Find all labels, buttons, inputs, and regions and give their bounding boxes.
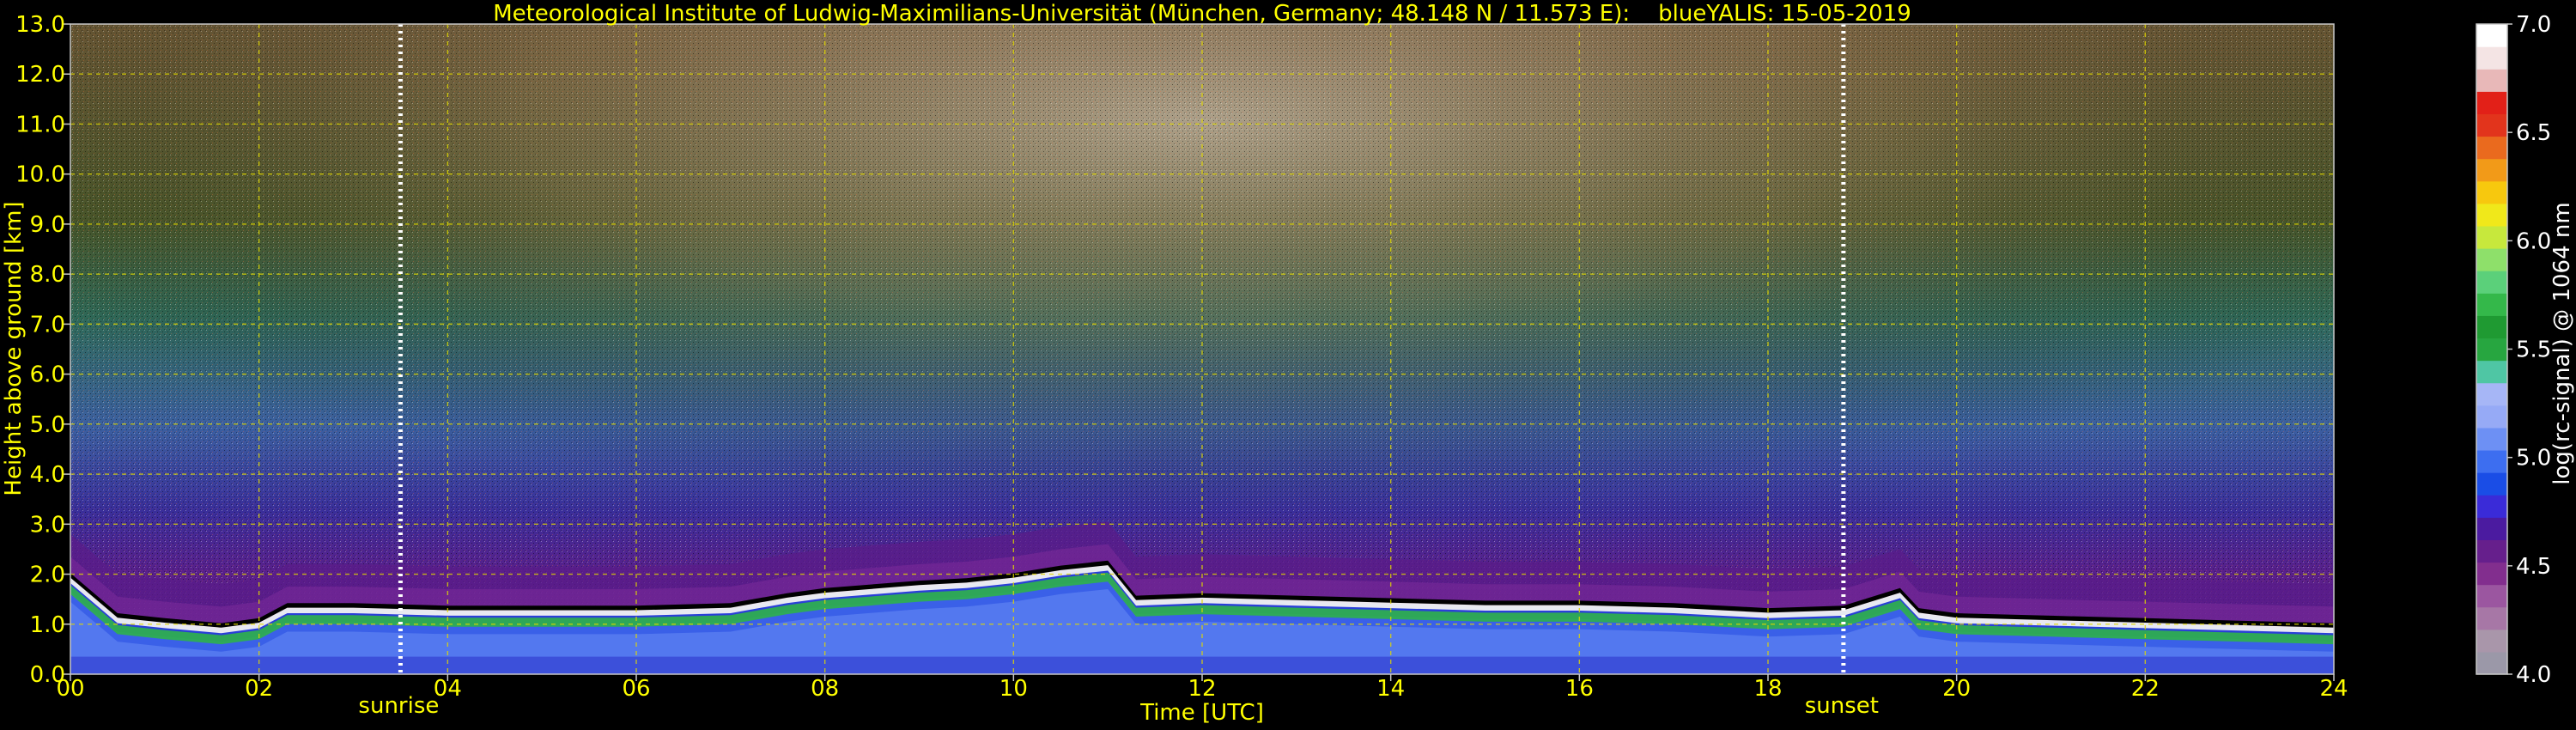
colorbar-segment <box>2476 382 2507 406</box>
colorbar-segment <box>2476 91 2507 115</box>
y-tick-label: 10.0 <box>15 162 65 188</box>
y-tick-label: 12.0 <box>15 62 65 88</box>
colorbar-segment <box>2476 562 2507 586</box>
colorbar-segment <box>2476 225 2507 249</box>
colorbar-segment <box>2476 293 2507 316</box>
colorbar-segment <box>2476 180 2507 204</box>
y-tick-label: 9.0 <box>30 212 65 238</box>
colorbar-segment <box>2476 449 2507 473</box>
colorbar-tick-label: 5.5 <box>2516 338 2551 363</box>
x-axis-label: Time [UTC] <box>1139 700 1264 726</box>
plot-area <box>70 23 2335 675</box>
x-tick-label: 06 <box>622 676 650 702</box>
x-tick-label: 08 <box>811 676 839 702</box>
annotation-labels: sunrise sunset <box>358 693 1879 719</box>
colorbar-tick-label: 6.0 <box>2516 228 2551 254</box>
colorbar-segment <box>2476 315 2507 339</box>
y-tick-label: 1.0 <box>30 612 65 638</box>
colorbar-segment <box>2476 405 2507 429</box>
colorbar-segment <box>2476 584 2507 608</box>
colorbar-segment <box>2476 472 2507 496</box>
colorbar-segment <box>2476 158 2507 182</box>
x-tick-label: 02 <box>245 676 273 702</box>
colorbar-segment <box>2476 113 2507 137</box>
colorbar-segment <box>2476 606 2507 630</box>
y-tick-label: 13.0 <box>15 12 65 38</box>
y-tick-label: 6.0 <box>30 362 65 388</box>
colorbar-tick-label: 6.5 <box>2516 120 2551 146</box>
colorbar-tick-label: 7.0 <box>2516 12 2551 38</box>
x-tick-label: 18 <box>1753 676 1782 702</box>
x-tick-label: 14 <box>1376 676 1405 702</box>
colorbar-tick-label: 4.5 <box>2516 554 2551 580</box>
chart-title: Meteorological Institute of Ludwig-Maxim… <box>493 1 1911 27</box>
colorbar-segment <box>2476 46 2507 70</box>
x-tick-label: 22 <box>2131 676 2160 702</box>
x-tick-label: 16 <box>1565 676 1594 702</box>
colorbar-tick-label: 4.0 <box>2516 662 2551 688</box>
y-tick-label: 2.0 <box>30 563 65 588</box>
x-tick-label: 10 <box>999 676 1028 702</box>
x-tick-label: 12 <box>1188 676 1216 702</box>
colorbar-segment <box>2476 24 2507 47</box>
y-tick-label: 5.0 <box>30 412 65 438</box>
y-axis-label: Height above ground [km] <box>1 201 27 496</box>
colorbar-segment <box>2476 338 2507 362</box>
y-tick-label: 3.0 <box>30 512 65 538</box>
sunrise-label: sunrise <box>358 693 439 719</box>
y-tick-label: 4.0 <box>30 462 65 488</box>
colorbar-segment <box>2476 495 2507 518</box>
colorbar-label: log(rc-signal) @ 1064 nm <box>2549 202 2575 484</box>
y-tick-label: 11.0 <box>15 112 65 137</box>
y-tick-label: 8.0 <box>30 262 65 288</box>
colorbar-segment <box>2476 427 2507 451</box>
lidar-quicklook-chart: 00 02 04 06 08 10 12 14 16 18 20 22 24 0.01.02.03.04… <box>1 1 2575 726</box>
colorbar-segment <box>2476 69 2507 92</box>
colorbar-segment <box>2476 248 2507 271</box>
x-tick-label: 24 <box>2319 676 2348 702</box>
colorbar: 4.0 4.5 5.0 5.5 6.0 6.5 7.0 <box>2476 12 2551 688</box>
colorbar-segment <box>2476 517 2507 540</box>
colorbar-segment <box>2476 136 2507 160</box>
colorbar-segment <box>2476 271 2507 294</box>
colorbar-tick-label: 5.0 <box>2516 446 2551 471</box>
colorbar-segment <box>2476 360 2507 384</box>
colorbar-segment <box>2476 203 2507 227</box>
colorbar-segment <box>2476 651 2507 675</box>
y-tick-label: 0.0 <box>30 662 65 688</box>
colorbar-segment <box>2476 629 2507 653</box>
sunset-label: sunset <box>1805 693 1879 719</box>
x-tick-label: 20 <box>1942 676 1971 702</box>
colorbar-segment <box>2476 539 2507 563</box>
y-tick-label: 7.0 <box>30 312 65 338</box>
